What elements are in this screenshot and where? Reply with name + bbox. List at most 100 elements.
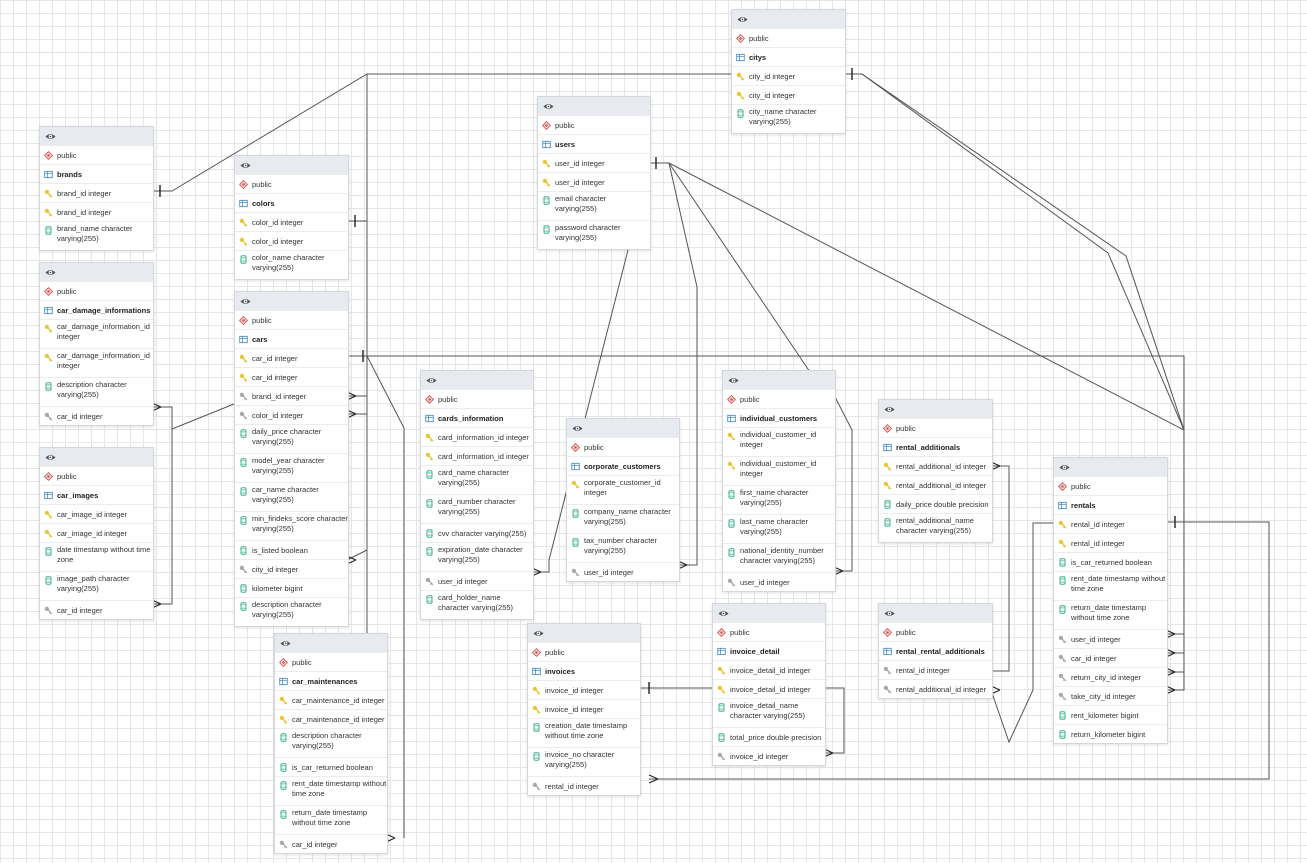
column-row[interactable]: color_id integer xyxy=(235,405,348,424)
column-row[interactable]: date timestamp without time zone xyxy=(40,542,153,571)
column-row[interactable]: invoice_detail_name character varying(25… xyxy=(713,698,825,727)
column-row[interactable]: card_information_id integer xyxy=(421,446,533,465)
column-row[interactable]: is_car_returned boolean xyxy=(275,757,387,776)
table-header[interactable] xyxy=(879,400,992,418)
table-header[interactable] xyxy=(40,448,153,466)
column-row[interactable]: company_name character varying(255) xyxy=(567,504,679,533)
column-row[interactable]: card_information_id integer xyxy=(421,427,533,446)
column-row[interactable]: expiration_date character varying(255) xyxy=(421,542,533,571)
column-row[interactable]: kilometer bigint xyxy=(235,578,348,597)
table-individual-customers[interactable]: public individual_customers individual_cus… xyxy=(722,370,836,592)
column-row[interactable]: card_number character varying(255) xyxy=(421,494,533,523)
column-row[interactable]: is_car_returned boolean xyxy=(1054,552,1167,571)
eye-icon[interactable] xyxy=(1059,462,1070,473)
column-row[interactable]: corporate_customer_id integer xyxy=(567,475,679,504)
column-row[interactable]: invoice_id integer xyxy=(713,746,825,765)
table-header[interactable] xyxy=(538,97,650,115)
column-row[interactable]: rental_id integer xyxy=(528,776,640,795)
eye-icon[interactable] xyxy=(45,267,56,278)
column-row[interactable]: last_name character varying(255) xyxy=(723,514,835,543)
eye-icon[interactable] xyxy=(737,14,748,25)
column-row[interactable]: invoice_detail_id integer xyxy=(713,679,825,698)
column-row[interactable]: return_city_id integer xyxy=(1054,667,1167,686)
table-header[interactable] xyxy=(40,263,153,281)
table-name-row[interactable]: cards_information xyxy=(421,408,533,427)
column-row[interactable]: total_price double precision xyxy=(713,727,825,746)
column-row[interactable]: description character varying(255) xyxy=(275,728,387,757)
column-row[interactable]: brand_id integer xyxy=(40,202,153,221)
table-car-images[interactable]: public car_images car_image_id integer car_… xyxy=(39,447,154,620)
column-row[interactable]: user_id integer xyxy=(723,572,835,591)
table-corporate-customers[interactable]: public corporate_customers corporate_custo… xyxy=(566,418,680,582)
table-citys[interactable]: public citys city_id integer city_id intege… xyxy=(731,9,846,134)
column-row[interactable]: card_holder_name character varying(255) xyxy=(421,590,533,619)
column-row[interactable]: brand_id integer xyxy=(40,183,153,202)
table-brands[interactable]: public brands brand_id integer brand_id int… xyxy=(39,126,154,251)
eye-icon[interactable] xyxy=(572,423,583,434)
column-row[interactable]: color_id integer xyxy=(235,231,348,250)
column-row[interactable]: car_damage_information_id integer xyxy=(40,348,153,377)
column-row[interactable]: car_id integer xyxy=(1054,648,1167,667)
column-row[interactable]: return_date timestamp without time zone xyxy=(275,805,387,834)
column-row[interactable]: color_id integer xyxy=(235,212,348,231)
table-header[interactable] xyxy=(879,604,992,622)
column-row[interactable]: individual_customer_id integer xyxy=(723,456,835,485)
column-row[interactable]: invoice_id integer xyxy=(528,699,640,718)
eye-icon[interactable] xyxy=(884,608,895,619)
table-name-row[interactable]: invoices xyxy=(528,661,640,680)
table-name-row[interactable]: rental_rental_additionals xyxy=(879,641,992,660)
column-row[interactable]: car_id integer xyxy=(40,600,153,619)
eye-icon[interactable] xyxy=(884,404,895,415)
column-row[interactable]: rental_additional_name character varying… xyxy=(879,513,992,542)
column-row[interactable]: rent_kilometer bigint xyxy=(1054,705,1167,724)
column-row[interactable]: rental_id integer xyxy=(1054,533,1167,552)
column-row[interactable]: daily_price character varying(255) xyxy=(235,424,348,453)
table-header[interactable] xyxy=(567,419,679,437)
table-name-row[interactable]: car_images xyxy=(40,485,153,504)
eye-icon[interactable] xyxy=(426,375,437,386)
eye-icon[interactable] xyxy=(280,638,291,649)
table-name-row[interactable]: car_damage_informations xyxy=(40,300,153,319)
column-row[interactable]: rental_id integer xyxy=(879,660,992,679)
column-row[interactable]: is_listed boolean xyxy=(235,540,348,559)
column-row[interactable]: invoice_detail_id integer xyxy=(713,660,825,679)
table-name-row[interactable]: cars xyxy=(235,329,348,348)
table-rental-rental-additionals[interactable]: public rental_rental_additionals rental_id… xyxy=(878,603,993,699)
eye-icon[interactable] xyxy=(543,101,554,112)
table-name-row[interactable]: corporate_customers xyxy=(567,456,679,475)
column-row[interactable]: car_image_id integer xyxy=(40,504,153,523)
column-row[interactable]: return_kilometer bigint xyxy=(1054,724,1167,743)
column-row[interactable]: rental_additional_id integer xyxy=(879,475,992,494)
column-row[interactable]: model_year character varying(255) xyxy=(235,453,348,482)
column-row[interactable]: tax_number character varying(255) xyxy=(567,533,679,562)
table-header[interactable] xyxy=(732,10,845,28)
column-row[interactable]: password character varying(255) xyxy=(538,220,650,249)
table-name-row[interactable]: individual_customers xyxy=(723,408,835,427)
table-name-row[interactable]: users xyxy=(538,134,650,153)
table-header[interactable] xyxy=(235,292,348,310)
column-row[interactable]: city_name character varying(255) xyxy=(732,104,845,133)
column-row[interactable]: car_id integer xyxy=(275,834,387,853)
column-row[interactable]: city_id integer xyxy=(732,85,845,104)
column-row[interactable]: user_id integer xyxy=(538,153,650,172)
table-invoice-detail[interactable]: public invoice_detail invoice_detail_id in… xyxy=(712,603,826,766)
eye-icon[interactable] xyxy=(45,452,56,463)
table-invoices[interactable]: public invoices invoice_id integer invoice_… xyxy=(527,623,641,796)
table-name-row[interactable]: citys xyxy=(732,47,845,66)
column-row[interactable]: creation_date timestamp without time zon… xyxy=(528,718,640,747)
column-row[interactable]: car_id integer xyxy=(235,348,348,367)
table-name-row[interactable]: brands xyxy=(40,164,153,183)
column-row[interactable]: car_maintenance_id integer xyxy=(275,709,387,728)
column-row[interactable]: user_id integer xyxy=(538,172,650,191)
column-row[interactable]: brand_name character varying(255) xyxy=(40,221,153,250)
column-row[interactable]: car_damage_information_id integer xyxy=(40,319,153,348)
table-name-row[interactable]: rentals xyxy=(1054,495,1167,514)
column-row[interactable]: card_name character varying(255) xyxy=(421,465,533,494)
table-colors[interactable]: public colors color_id integer color_id int… xyxy=(234,155,349,280)
column-row[interactable]: car_maintenance_id integer xyxy=(275,690,387,709)
column-row[interactable]: description character varying(255) xyxy=(235,597,348,626)
table-header[interactable] xyxy=(528,624,640,642)
column-row[interactable]: city_id integer xyxy=(732,66,845,85)
column-row[interactable]: national_identity_number character varyi… xyxy=(723,543,835,572)
column-row[interactable]: user_id integer xyxy=(567,562,679,581)
